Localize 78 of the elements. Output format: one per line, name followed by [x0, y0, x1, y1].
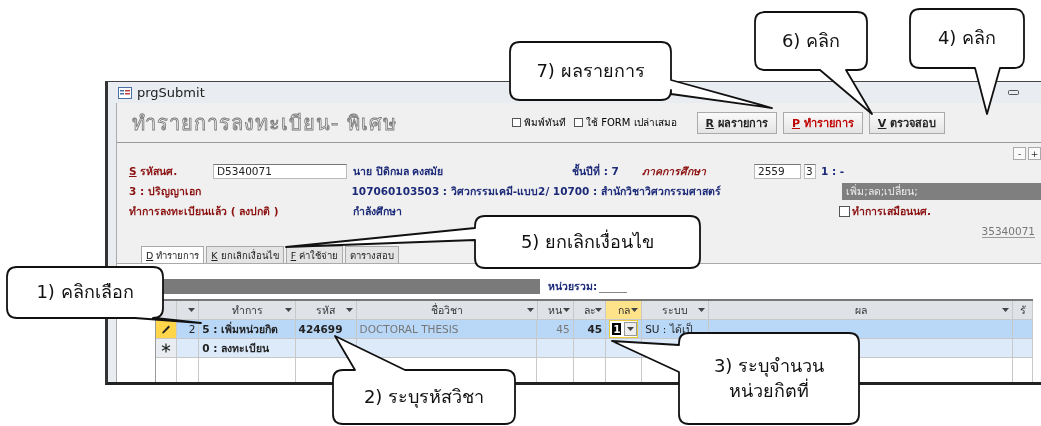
checkbox[interactable] [574, 118, 583, 127]
form-icon [118, 86, 132, 99]
column-header[interactable]: หน [537, 301, 574, 320]
column-header[interactable]: ระบบ [641, 301, 709, 320]
field-label: ภาคการศึกษา [642, 163, 707, 179]
program-name: 107060103503 : วิศวกรรมเคมี-แบบ2/ 10700 : สำนักวิชาวิศวกรรมศาสตร์ [351, 183, 722, 199]
callout-text: 1) คลิกเลือก [36, 280, 134, 305]
zoom-button[interactable]: - [1013, 147, 1026, 160]
degree-level: 3 : ปริญญาเอก [129, 183, 202, 200]
asterisk-icon [160, 343, 171, 353]
student-name: นาย ปิดิกมล คงสมัย [353, 163, 445, 179]
field-label: S รหัสนศ. [129, 163, 179, 179]
table-cell: DOCTORAL THESIS [359, 323, 459, 335]
callout-text: 7) ผลรายการ [536, 58, 645, 83]
dropdown-arrow-icon [697, 308, 705, 312]
dropdown-arrow-icon [630, 308, 638, 312]
column-header[interactable]: รั [1013, 301, 1033, 320]
callout-text: 5) ยกเลิกเงื่อนไข [520, 229, 655, 254]
column-label: หน [548, 302, 563, 318]
checkbox[interactable] [512, 118, 521, 127]
column-label: รั [1019, 302, 1026, 318]
zoom-button[interactable]: + [1028, 147, 1041, 160]
window-title: prgSubmit [137, 85, 205, 100]
form-title: ทำรายการลงทะเบียน- พิเศษ [132, 109, 398, 137]
table-cell: 424699 [298, 323, 343, 335]
dropdown-arrow-icon [526, 308, 534, 312]
year-level: ชั้นปีที่ : 7 [572, 162, 620, 179]
checkbox-label: ทำการเสมือนนศ. [852, 203, 931, 219]
callout-text: 6) คลิก [781, 28, 841, 53]
checkbox-label: พิมพ์ทันที [524, 116, 566, 130]
tab[interactable]: F ค่าใช้จ่าย [285, 246, 344, 263]
total-credits-label: หน่วยรวม: [548, 279, 598, 294]
checkbox-label: ใช้ FORM เปล่าเสมอ [586, 116, 677, 130]
tab[interactable]: D ทำรายการ [141, 246, 205, 263]
callout-text: 4) คลิก [937, 26, 997, 51]
dropdown-arrow-icon [562, 308, 570, 312]
action-button[interactable]: P ทำรายการ [782, 111, 863, 134]
column-label: ชื่อวิชา [430, 302, 463, 318]
table-cell: 45 [587, 323, 603, 335]
column-header[interactable]: กล [606, 301, 642, 320]
dropdown-arrow-icon [627, 327, 635, 331]
dropdown-arrow-icon [188, 308, 196, 312]
tab[interactable]: K ยกเลิกเงื่อนไข [206, 246, 284, 263]
column-label: ระบบ [661, 302, 688, 318]
tab[interactable]: ตารางสอบ [345, 246, 400, 263]
actions-field: เพิ่ม;ลด;เปลี่ยน; [842, 182, 1041, 200]
table-cell: 2 [188, 323, 196, 335]
action-button[interactable]: V ตรวจสอบ [868, 111, 946, 134]
column-header[interactable]: ละ [573, 301, 607, 320]
table-cell-text: 5 : เพิ่มหน่วยกิต [202, 320, 279, 337]
action-button[interactable]: R ผลรายการ [696, 111, 777, 134]
table-cell-text: 0 : ลงทะเบียน [202, 340, 270, 356]
column-header[interactable]: ชื่อวิชา [356, 301, 538, 320]
column-label: ละ [583, 302, 596, 318]
dropdown-arrow-icon [1002, 308, 1010, 312]
registration-status: ทำการลงทะเบียนแล้ว ( ลงปกติ ) [129, 203, 280, 219]
column-label: ผล [854, 302, 867, 318]
dropdown-arrow-icon [284, 308, 292, 312]
dropdown-arrow-icon [345, 308, 353, 312]
term-note: 1 : - [821, 165, 845, 177]
term-year-field[interactable]: 2559 [754, 163, 801, 179]
credits-combo[interactable]: 1 [609, 320, 639, 338]
callout-text: 2) ระบุรหัสวิชา [363, 384, 485, 410]
term-field[interactable]: 3 [804, 163, 816, 179]
table-cell: 45 [556, 323, 570, 335]
column-label: ทำการ [231, 302, 263, 318]
study-status: กำลังศึกษา [353, 203, 403, 219]
column-header[interactable] [176, 301, 200, 320]
checkbox[interactable] [839, 205, 850, 217]
dropdown-arrow-icon [595, 308, 603, 312]
column-header[interactable]: รหัส [295, 301, 357, 320]
column-header[interactable]: ผล [708, 301, 1014, 320]
code-field: 35340071 [981, 224, 1035, 238]
student-id-field[interactable]: D5340071 [213, 163, 347, 179]
column-label: กล [617, 302, 630, 318]
column-header[interactable]: ทำการ [199, 301, 296, 320]
minimize-icon[interactable] [1008, 89, 1019, 96]
column-label: รหัส [316, 302, 336, 318]
